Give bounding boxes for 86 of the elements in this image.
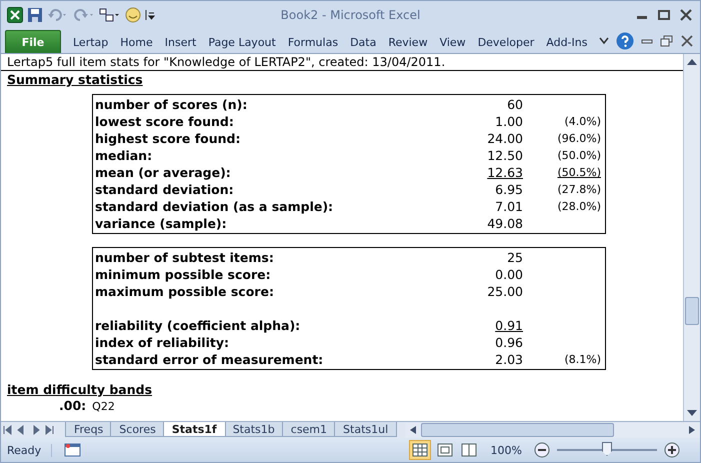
stat-label: number of scores (n):: [94, 97, 248, 112]
window-title: Book2 - Microsoft Excel: [280, 8, 420, 22]
scroll-right-icon[interactable]: [688, 425, 696, 435]
stat-label: standard error of measurement:: [94, 352, 324, 367]
stat-percent: (4.0%): [563, 115, 601, 128]
stat-label: minimum possible score:: [94, 267, 272, 282]
scroll-down-icon[interactable]: [686, 408, 698, 418]
stat-value: 6.95: [494, 182, 523, 197]
stat-label: standard deviation:: [94, 182, 235, 197]
stat-value: 0.96: [494, 335, 523, 350]
help-icon[interactable]: [616, 32, 634, 50]
file-tab[interactable]: File: [5, 30, 61, 53]
stat-value: 2.03: [494, 352, 523, 367]
stat-value: 1.00: [494, 114, 523, 129]
stat-value: 24.00: [486, 131, 523, 146]
restore-icon[interactable]: [660, 35, 674, 47]
stat-value: 60: [506, 97, 523, 112]
stat-percent: (50.0%): [556, 149, 601, 162]
stat-value: 0.91: [494, 318, 523, 333]
normal-view-icon[interactable]: [408, 440, 431, 460]
stat-label: highest score found:: [94, 131, 242, 146]
stat-label: lowest score found:: [94, 114, 235, 129]
stat-value: 25.00: [486, 284, 523, 299]
page-layout-icon[interactable]: [434, 441, 455, 459]
macro-record-icon[interactable]: [64, 442, 82, 458]
sheet-tab[interactable]: Stats1f: [162, 422, 226, 437]
zoom-in-icon[interactable]: [664, 442, 680, 458]
ribbon-tab[interactable]: Formulas: [282, 31, 344, 53]
band-label: .00:: [59, 398, 86, 413]
ribbon-tab[interactable]: Insert: [158, 31, 202, 53]
sheet-header: Lertap5 full item stats for "Knowledge of LERTAP2", created: 13/04/2011.: [1, 54, 683, 71]
section-title: Summary statistics: [7, 71, 143, 88]
sheet-tab[interactable]: Scores: [110, 422, 165, 437]
customize-icon[interactable]: [145, 7, 155, 23]
sheet-tab[interactable]: Freqs: [65, 422, 112, 437]
status-text: Ready: [7, 444, 52, 456]
sheet-tab[interactable]: Stats1ul: [334, 422, 398, 437]
stat-percent: (8.1%): [563, 353, 601, 366]
stat-label: median:: [94, 148, 154, 163]
layout-icon[interactable]: [99, 7, 121, 23]
stat-percent: (27.8%): [556, 183, 601, 196]
stat-value: 25: [506, 250, 523, 265]
restore-icon[interactable]: [656, 8, 672, 22]
section-title: item difficulty bands: [7, 381, 152, 398]
sheet-tab[interactable]: csem1: [282, 422, 336, 437]
stat-label: standard deviation (as a sample):: [94, 199, 334, 214]
stat-label: index of reliability:: [94, 335, 230, 350]
horizontal-scrollbar[interactable]: [405, 422, 700, 438]
zoom-slider-thumb[interactable]: [602, 442, 612, 456]
stat-percent: (50.5%): [556, 166, 601, 179]
ribbon-tab[interactable]: Developer: [472, 31, 540, 53]
scroll-thumb[interactable]: [421, 423, 614, 437]
scroll-left-icon[interactable]: [409, 425, 418, 435]
ribbon-tab[interactable]: Page Layout: [202, 31, 282, 53]
smiley-icon[interactable]: [125, 7, 141, 23]
ribbon-tab[interactable]: Home: [114, 31, 159, 53]
stat-label: maximum possible score:: [94, 284, 275, 299]
ribbon-tab[interactable]: Review: [382, 31, 434, 53]
ribbon-tab[interactable]: Add-Ins: [540, 31, 594, 53]
close-icon[interactable]: [680, 35, 694, 47]
scroll-thumb[interactable]: [685, 297, 699, 325]
stat-label: reliability (coefficient alpha):: [94, 318, 302, 333]
stat-value: 0.00: [494, 267, 523, 282]
band-items: Q22: [92, 399, 115, 414]
zoom-out-icon[interactable]: [534, 442, 550, 458]
stat-percent: (96.0%): [556, 132, 601, 145]
stat-value: 12.50: [486, 148, 523, 163]
scroll-up-icon[interactable]: [686, 57, 698, 67]
ribbon-tab[interactable]: Data: [344, 31, 382, 53]
save-icon[interactable]: [27, 7, 43, 23]
page-break-icon[interactable]: [458, 441, 479, 459]
stat-value: 49.08: [486, 216, 523, 231]
vertical-scrollbar[interactable]: [683, 54, 700, 421]
stat-percent: (28.0%): [556, 200, 601, 213]
stat-value: 12.63: [486, 165, 523, 180]
stat-label: variance (sample):: [94, 216, 228, 231]
stat-label: mean (or average):: [94, 165, 232, 180]
close-icon[interactable]: [678, 8, 694, 22]
ribbon-tab[interactable]: View: [434, 31, 472, 53]
chevron-icon[interactable]: [598, 36, 610, 46]
stat-label: number of subtest items:: [94, 250, 275, 265]
excel-logo-icon[interactable]: [7, 7, 23, 23]
ribbon-tab[interactable]: Lertap: [67, 31, 114, 53]
zoom-level[interactable]: 100%: [490, 444, 522, 456]
sheet-tab[interactable]: Stats1b: [224, 422, 284, 437]
stat-value: 7.01: [494, 199, 523, 214]
